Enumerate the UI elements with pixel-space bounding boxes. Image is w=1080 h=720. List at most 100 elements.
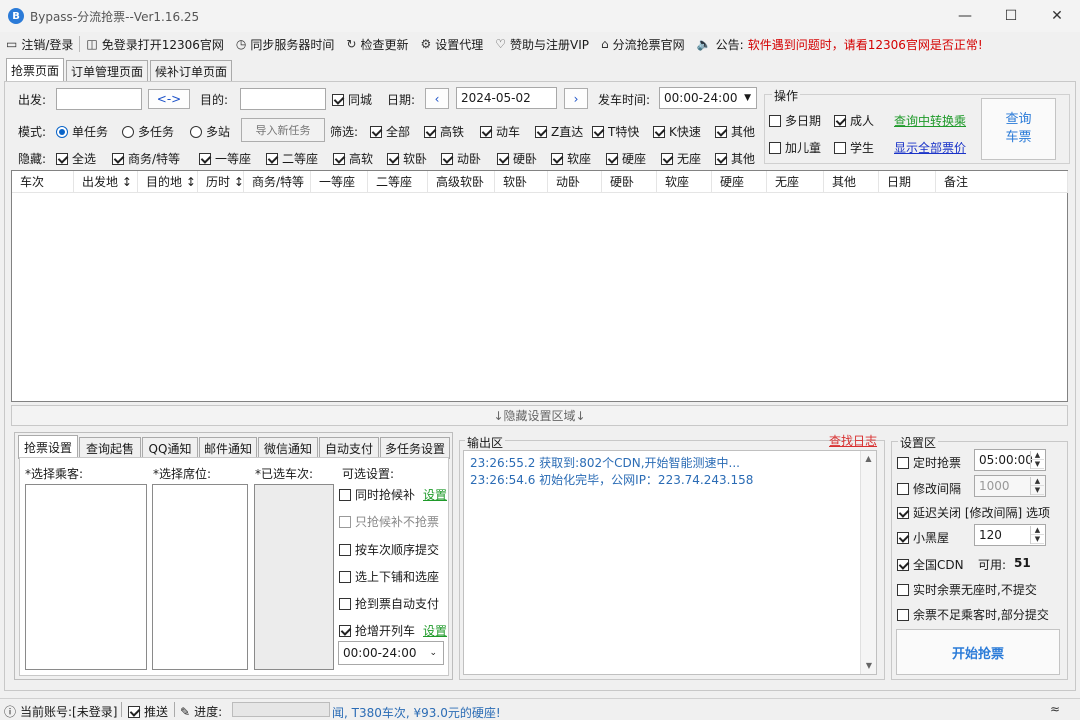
show-all-price-link[interactable]: 显示全部票价 bbox=[894, 139, 966, 156]
column-header[interactable]: 商务/特等 bbox=[244, 171, 311, 193]
hide-checkbox[interactable]: 高软 bbox=[333, 150, 373, 167]
menu-donate[interactable]: ♡ 赞助与注册VIP bbox=[489, 32, 595, 56]
time-range-select[interactable]: 00:00-24:00 ⌄ bbox=[338, 641, 444, 665]
student-checkbox[interactable]: 学生 bbox=[834, 139, 874, 156]
scroll-up-icon[interactable]: ▲ bbox=[861, 451, 876, 463]
transfer-link[interactable]: 查询中转换乘 bbox=[894, 112, 966, 129]
bottom-tab[interactable]: 多任务设置 bbox=[380, 437, 450, 459]
adult-checkbox[interactable]: 成人 bbox=[834, 112, 874, 129]
column-header[interactable]: 历时 ↕ bbox=[198, 171, 244, 193]
output-log[interactable]: 23:26:55.2 获取到:802个CDN,开始智能测速中... 23:26:… bbox=[463, 450, 877, 675]
column-header[interactable]: 目的地 ↕ bbox=[138, 171, 198, 193]
column-header[interactable]: 车次 bbox=[12, 171, 74, 193]
interval-spinner[interactable]: ▲ ▼ bbox=[1030, 477, 1044, 495]
column-header[interactable]: 硬卧 bbox=[602, 171, 657, 193]
column-header[interactable]: 高级软卧 bbox=[428, 171, 495, 193]
option-only-waitlist-checkbox[interactable]: 只抢候补不抢票 bbox=[339, 513, 439, 530]
tab-booking[interactable]: 抢票页面 bbox=[6, 58, 64, 82]
menu-sync-time[interactable]: ◷ 同步服务器时间 bbox=[230, 32, 341, 56]
to-input[interactable] bbox=[240, 88, 326, 110]
filter-checkbox[interactable]: Z直达 bbox=[535, 123, 583, 140]
column-header[interactable]: 一等座 bbox=[311, 171, 368, 193]
hide-checkbox[interactable]: 动卧 bbox=[441, 150, 481, 167]
bottom-tab[interactable]: 微信通知 bbox=[258, 437, 318, 459]
column-header[interactable]: 动卧 bbox=[548, 171, 602, 193]
option-both-settings-link[interactable]: 设置 bbox=[423, 486, 447, 503]
menu-official[interactable]: ⌂ 分流抢票官网 bbox=[595, 32, 691, 56]
maximize-button[interactable]: ☐ bbox=[988, 0, 1034, 32]
column-header[interactable]: 软卧 bbox=[495, 171, 548, 193]
selected-train-list[interactable] bbox=[254, 484, 334, 670]
filter-checkbox[interactable]: 动车 bbox=[480, 123, 520, 140]
option-order-checkbox[interactable]: 按车次顺序提交 bbox=[339, 541, 439, 558]
column-header[interactable]: 软座 bbox=[657, 171, 712, 193]
import-task-button[interactable]: 导入新任务 bbox=[241, 118, 325, 142]
log-scrollbar[interactable]: ▲ ▼ bbox=[860, 451, 876, 674]
option-both-checkbox[interactable]: 同时抢候补 bbox=[339, 486, 415, 503]
multi-date-checkbox[interactable]: 多日期 bbox=[769, 112, 821, 129]
column-header[interactable]: 其他 bbox=[824, 171, 879, 193]
filter-checkbox[interactable]: 全部 bbox=[370, 123, 410, 140]
hide-checkbox[interactable]: 商务/特等 bbox=[112, 150, 180, 167]
timed-checkbox[interactable]: 定时抢票 bbox=[897, 454, 961, 471]
option-autopay-checkbox[interactable]: 抢到票自动支付 bbox=[339, 595, 439, 612]
passenger-list[interactable] bbox=[25, 484, 147, 670]
hide-checkbox[interactable]: 二等座 bbox=[266, 150, 318, 167]
tab-orders[interactable]: 订单管理页面 bbox=[66, 60, 148, 82]
seat-list[interactable] bbox=[152, 484, 248, 670]
results-table[interactable]: 车次 出发地 ↕ 目的地 ↕ 历时 ↕ 商务/特等 一等座 二等座 高级软卧 软卧 动卧 硬卧 软座硬… bbox=[11, 170, 1068, 402]
cdn-checkbox[interactable]: 全国CDN bbox=[897, 556, 964, 573]
add-child-checkbox[interactable]: 加儿童 bbox=[769, 139, 821, 156]
minimize-button[interactable]: — bbox=[942, 0, 988, 32]
hide-checkbox[interactable]: 硬座 bbox=[606, 150, 646, 167]
next-date-button[interactable]: › bbox=[564, 88, 588, 109]
hide-checkbox[interactable]: 其他 bbox=[715, 150, 755, 167]
swap-button[interactable]: <-> bbox=[148, 89, 190, 109]
filter-checkbox[interactable]: 其他 bbox=[715, 123, 755, 140]
tab-waitlist[interactable]: 候补订单页面 bbox=[150, 60, 232, 82]
find-log-link[interactable]: 查找日志 bbox=[829, 432, 877, 449]
column-header[interactable]: 备注 bbox=[936, 171, 1068, 193]
date-input[interactable]: 2024-05-02 bbox=[456, 87, 557, 109]
hide-checkbox[interactable]: 软座 bbox=[551, 150, 591, 167]
hide-checkbox[interactable]: 硬卧 bbox=[497, 150, 537, 167]
column-header[interactable]: 二等座 bbox=[368, 171, 428, 193]
blackroom-input[interactable]: 120 ▲ ▼ bbox=[974, 524, 1046, 546]
menu-check-update[interactable]: ↻ 检查更新 bbox=[340, 32, 414, 56]
timed-spinner[interactable]: ▲ ▼ bbox=[1030, 451, 1044, 469]
blackroom-spinner[interactable]: ▲ ▼ bbox=[1030, 526, 1044, 544]
menu-open-12306[interactable]: ◫ 免登录打开12306官网 bbox=[80, 32, 230, 56]
close-button[interactable]: ✕ bbox=[1034, 0, 1080, 32]
menu-logout[interactable]: ▭ 注销/登录 bbox=[0, 32, 79, 56]
option-extra-trains-checkbox[interactable]: 抢增开列车 bbox=[339, 622, 415, 639]
interval-input[interactable]: 1000 ▲ ▼ bbox=[974, 475, 1046, 497]
depart-time-select[interactable]: 00:00-24:00 ▼ bbox=[659, 87, 757, 109]
push-status[interactable]: 推送 bbox=[128, 703, 168, 720]
hide-checkbox[interactable]: 全选 bbox=[56, 150, 96, 167]
mode-single-radio[interactable]: 单任务 bbox=[56, 123, 108, 140]
column-header[interactable]: 硬座 bbox=[712, 171, 767, 193]
menu-proxy[interactable]: ⚙ 设置代理 bbox=[415, 32, 490, 56]
hide-checkbox[interactable]: 软卧 bbox=[387, 150, 427, 167]
hide-checkbox[interactable]: 无座 bbox=[661, 150, 701, 167]
same-city-checkbox[interactable]: 同城 bbox=[332, 91, 372, 108]
filter-checkbox[interactable]: K快速 bbox=[653, 123, 701, 140]
interval-checkbox[interactable]: 修改间隔 bbox=[897, 480, 961, 497]
delay-close-checkbox[interactable]: 延迟关闭 [修改间隔] 选项 bbox=[897, 504, 1050, 521]
column-header[interactable]: 无座 bbox=[767, 171, 824, 193]
bottom-tab[interactable]: 邮件通知 bbox=[199, 437, 257, 459]
scroll-down-icon[interactable]: ▼ bbox=[861, 661, 877, 670]
partial-submit-checkbox[interactable]: 余票不足乘客时,部分提交 bbox=[897, 606, 1049, 623]
column-header[interactable]: 日期 bbox=[879, 171, 936, 193]
mode-multi-radio[interactable]: 多任务 bbox=[122, 123, 174, 140]
mode-multi-station-radio[interactable]: 多站 bbox=[190, 123, 230, 140]
option-extra-settings-link[interactable]: 设置 bbox=[423, 622, 447, 639]
hide-checkbox[interactable]: 一等座 bbox=[199, 150, 251, 167]
start-booking-button[interactable]: 开始抢票 bbox=[896, 629, 1060, 675]
blackroom-checkbox[interactable]: 小黑屋 bbox=[897, 529, 949, 546]
option-berth-checkbox[interactable]: 选上下铺和选座 bbox=[339, 568, 439, 585]
no-standing-checkbox[interactable]: 实时余票无座时,不提交 bbox=[897, 581, 1037, 598]
column-header[interactable]: 出发地 ↕ bbox=[74, 171, 138, 193]
bottom-tab[interactable]: 自动支付 bbox=[319, 437, 379, 459]
bottom-tab[interactable]: 抢票设置 bbox=[18, 435, 78, 459]
